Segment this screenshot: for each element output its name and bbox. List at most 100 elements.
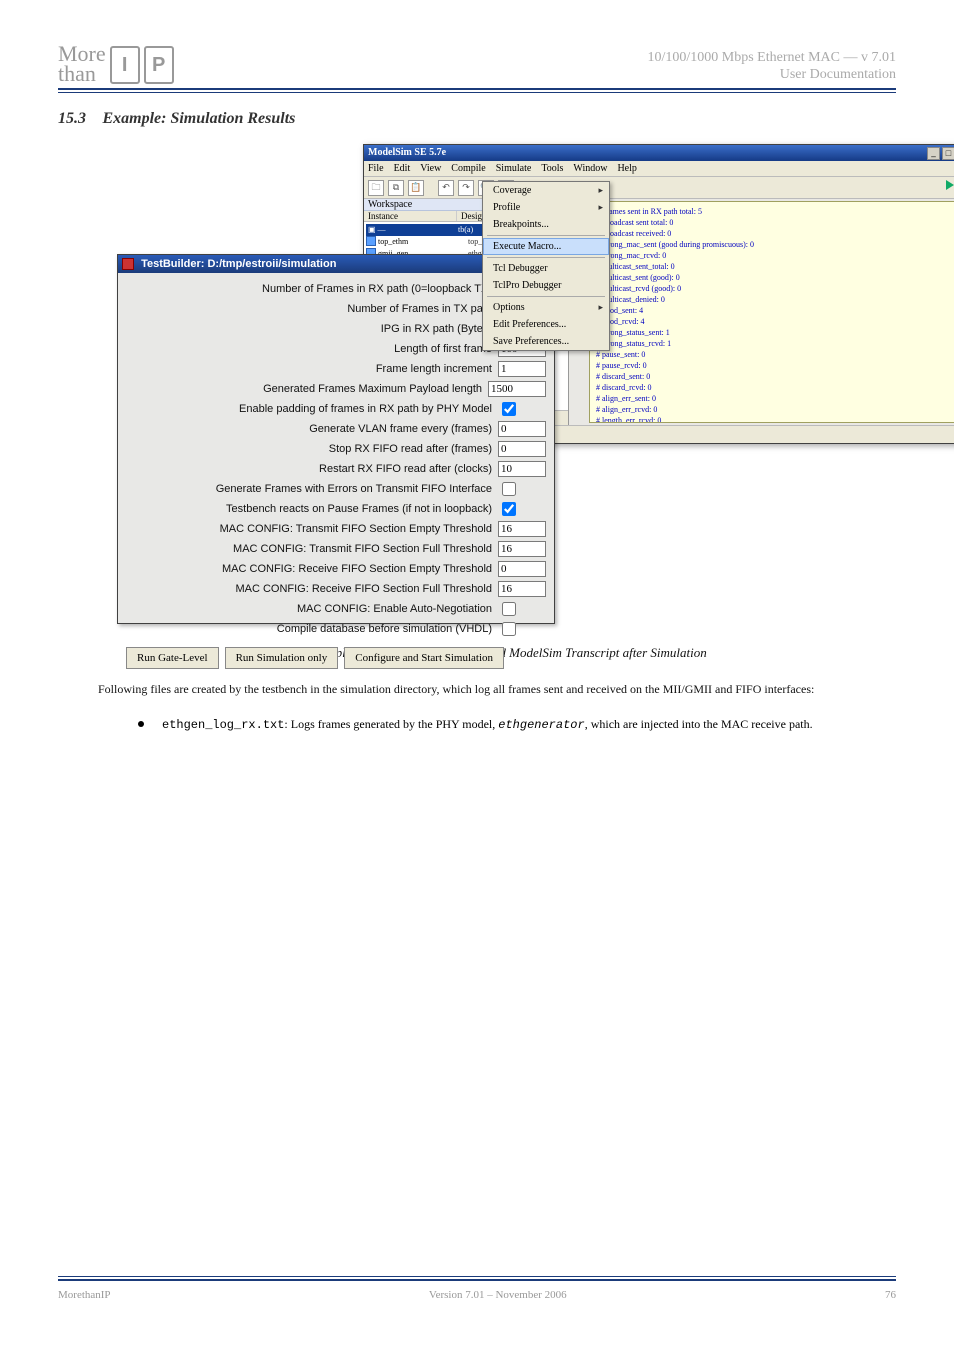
log-line: # pause_sent: 0 [596,349,954,360]
chk-gen-err[interactable] [502,482,516,496]
undo-icon[interactable]: ↶ [438,180,454,196]
lbl-gen-err: Generate Frames with Errors on Transmit … [126,483,492,495]
lbl-rxfull: MAC CONFIG: Receive FIFO Section Full Th… [126,583,492,595]
menu-compile[interactable]: Compile [451,163,485,174]
log-line: # pause_rcvd: 0 [596,360,954,371]
input-vlan[interactable] [498,421,546,437]
log-line: # wrong_mac_rcvd: 0 [596,250,954,261]
log-line: # align_err_sent: 0 [596,393,954,404]
log-line: # wrong_mac_sent (good during promiscuou… [596,239,954,250]
lbl-incr: Frame length increment [126,363,492,375]
modelsim-toolbar[interactable]: 🗀 ⧉ 📋 ↶ ↷ 🔍 🖶 Waveform Compare ▸ [364,177,954,199]
open-icon[interactable]: 🗀 [368,180,384,196]
run-gate-level-button[interactable]: Run Gate-Level [126,647,219,669]
menu-tools[interactable]: Tools [541,163,563,174]
lbl-first-len: Length of first frame [126,343,492,355]
tools-menu-item[interactable]: Tcl Debugger [483,260,609,277]
col-instance[interactable]: Instance [364,211,456,221]
section-title: Example: Simulation Results [102,110,295,127]
input-incr[interactable] [498,361,546,377]
lbl-pause: Testbench reacts on Pause Frames (if not… [126,503,492,515]
menu-simulate[interactable]: Simulate [496,163,532,174]
log-line: # wrong_status_rcvd: 1 [596,338,954,349]
copy-icon[interactable]: ⧉ [388,180,404,196]
tools-menu-item[interactable]: Breakpoints... [483,216,609,233]
lbl-txempty: MAC CONFIG: Transmit FIFO Section Empty … [126,523,492,535]
maximize-button[interactable]: □ [942,147,954,160]
tools-dropdown[interactable]: CoverageProfileBreakpoints... Execute Mac… [482,181,610,351]
paragraph-1: Following files are created by the testb… [98,680,856,699]
log-line: # length_err_rcvd: 0 [596,415,954,423]
tools-menu-item[interactable]: Execute Macro... [483,238,609,255]
header-rule [58,88,896,93]
tools-menu-item[interactable]: Profile [483,199,609,216]
run-simulation-only-button[interactable]: Run Simulation only [225,647,339,669]
minimize-button[interactable]: _ [927,147,940,160]
chk-compile[interactable] [502,622,516,636]
bullet-icon [138,721,144,727]
log-line: # wrong_status_sent: 1 [596,327,954,338]
bullet-item: ethgen_log_rx.txt: Logs frames generated… [138,715,896,734]
result-tooltip: # Frames sent in RX path total: 5 # Broad… [589,201,954,423]
paste-icon[interactable]: 📋 [408,180,424,196]
tools-menu-item[interactable]: TclPro Debugger [483,277,609,294]
lbl-pad: Enable padding of frames in RX path by P… [126,403,492,415]
log-line: # multicast_rcvd (good): 0 [596,283,954,294]
input-txfull[interactable] [498,541,546,557]
lbl-max-payload: Generated Frames Maximum Payload length [126,383,482,395]
input-rxempty[interactable] [498,561,546,577]
logo-word-than: than [58,64,106,84]
log-line: # good_sent: 4 [596,305,954,316]
figure-34: ModelSim SE 5.7e _ □ × File Edit View Co… [117,144,837,634]
lbl-restart-rx: Restart RX FIFO read after (clocks) [126,463,492,475]
input-rxfull[interactable] [498,581,546,597]
section-heading: 15.3 Example: Simulation Results [58,110,896,128]
tools-menu-item[interactable]: Save Preferences... [483,333,609,350]
step-icon[interactable] [946,180,954,190]
menu-window[interactable]: Window [573,163,607,174]
modelsim-menubar[interactable]: File Edit View Compile Simulate Tools Wi… [364,161,954,177]
chk-pause[interactable] [502,502,516,516]
transcript-panel[interactable]: ▸ # Frames sent in RX path total: 5# Bro… [569,199,954,425]
brand-logo: More than I P [58,44,174,84]
chk-autoneg[interactable] [502,602,516,616]
menu-file[interactable]: File [368,163,384,174]
doc-title-line2: User Documentation [648,67,897,84]
lbl-stop-rx: Stop RX FIFO read after (frames) [126,443,492,455]
lbl-txfull: MAC CONFIG: Transmit FIFO Section Full T… [126,543,492,555]
input-txempty[interactable] [498,521,546,537]
log-line: # discard_rcvd: 0 [596,382,954,393]
log-line: # Frames sent in RX path total: 5 [596,206,954,217]
input-stop-rx[interactable] [498,441,546,457]
lbl-compile: Compile database before simulation (VHDL… [126,623,492,635]
log-line: # multicast_sent (good): 0 [596,272,954,283]
footer-center: Version 7.01 – November 2006 [429,1289,567,1302]
code-filename: ethgen_log_rx.txt [162,718,284,732]
tools-menu-item[interactable]: Options [483,299,609,316]
configure-start-button[interactable]: Configure and Start Simulation [344,647,504,669]
footer-left: MorethanIP [58,1289,111,1302]
footer: MorethanIP Version 7.01 – November 2006 … [58,1276,896,1302]
app-icon [122,258,134,270]
menu-edit[interactable]: Edit [394,163,411,174]
menu-help[interactable]: Help [617,163,636,174]
input-max-payload[interactable] [488,381,546,397]
input-restart-rx[interactable] [498,461,546,477]
modelsim-titlebar[interactable]: ModelSim SE 5.7e _ □ × [364,145,954,161]
lbl-rx-frames: Number of Frames in RX path (0=loopback … [126,283,492,295]
footer-right: 76 [885,1289,896,1302]
bullet-text-2: , which are injected into the MAC receiv… [585,717,813,731]
redo-icon[interactable]: ↷ [458,180,474,196]
lbl-ipg: IPG in RX path (Bytes) [126,323,492,335]
logo-letter-p: P [144,46,174,84]
tools-menu-item[interactable]: Edit Preferences... [483,316,609,333]
doc-title-line1: 10/100/1000 Mbps Ethernet MAC — v 7.01 [648,50,897,67]
log-line: # Broadcast received: 0 [596,228,954,239]
logo-letter-i: I [110,46,140,84]
menu-view[interactable]: View [420,163,441,174]
log-line: # discard_sent: 0 [596,371,954,382]
testbuilder-title-text: TestBuilder: D:/tmp/estroii/simulation [141,258,336,270]
log-line: # multicast_sent_total: 0 [596,261,954,272]
chk-pad[interactable] [502,402,516,416]
tools-menu-item[interactable]: Coverage [483,182,609,199]
